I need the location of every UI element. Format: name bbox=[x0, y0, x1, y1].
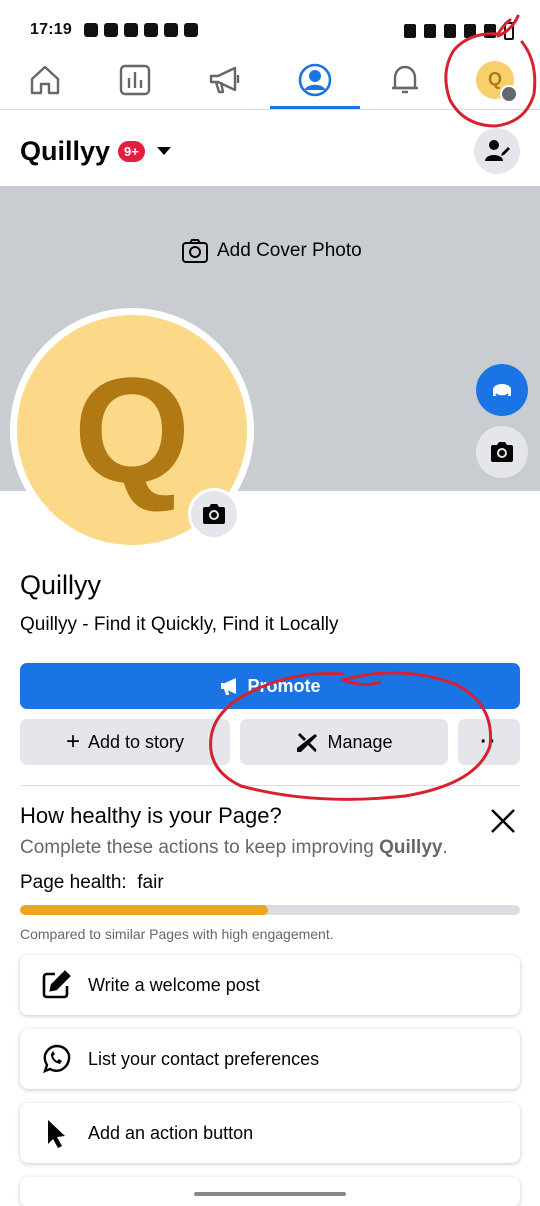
checkbox-icon bbox=[163, 23, 178, 37]
tab-profile[interactable] bbox=[270, 50, 360, 109]
page-switcher-name[interactable]: Quillyy bbox=[20, 136, 110, 167]
menu-badge-icon bbox=[500, 84, 518, 103]
chevron-down-icon[interactable] bbox=[156, 147, 171, 155]
notification-badge: 9+ bbox=[118, 140, 145, 162]
task-contact-preferences[interactable]: List your contact preferences bbox=[20, 1029, 520, 1089]
camera-icon bbox=[182, 239, 208, 263]
status-system-icons bbox=[404, 22, 514, 40]
task-label: List your contact preferences bbox=[88, 1048, 320, 1069]
chat-icon bbox=[83, 23, 98, 37]
camera-icon bbox=[491, 442, 513, 462]
status-time: 17:19 bbox=[30, 21, 72, 38]
more-options-button[interactable]: ·· bbox=[458, 719, 520, 765]
status-notification-icons bbox=[83, 23, 198, 37]
plus-icon: + bbox=[65, 728, 80, 755]
nfc-icon bbox=[404, 24, 416, 38]
page-health-value: fair bbox=[137, 872, 164, 893]
bluetooth-icon bbox=[464, 24, 476, 38]
megaphone-icon bbox=[221, 678, 237, 695]
avatar-button[interactable] bbox=[476, 364, 528, 416]
bell-icon bbox=[392, 65, 418, 93]
add-to-story-label: Add to story bbox=[87, 731, 185, 752]
camera-icon bbox=[203, 504, 225, 524]
page-title: Quillyy bbox=[20, 570, 102, 600]
promote-label: Promote bbox=[247, 675, 321, 696]
task-label: Add an action button bbox=[88, 1122, 254, 1143]
cover-camera-button[interactable] bbox=[476, 426, 528, 478]
avatar-face-icon bbox=[493, 384, 511, 398]
page-avatar-icon: Q bbox=[476, 60, 518, 103]
page-tagline: Quillyy - Find it Quickly, Find it Local… bbox=[20, 614, 339, 635]
profile-icon bbox=[298, 63, 332, 96]
chart-icon bbox=[119, 64, 151, 95]
megaphone-icon bbox=[209, 66, 240, 93]
health-progress-bar bbox=[20, 905, 520, 915]
home-icon bbox=[30, 65, 60, 94]
tab-insights[interactable] bbox=[90, 50, 180, 109]
tab-menu[interactable]: Q bbox=[450, 50, 540, 109]
add-to-story-button[interactable]: + Add to story bbox=[20, 719, 230, 765]
health-title: How healthy is your Page? bbox=[20, 803, 282, 828]
profile-picture-camera-button[interactable] bbox=[188, 488, 240, 540]
nav-avatar-letter: Q bbox=[487, 69, 502, 89]
edit-icon bbox=[42, 970, 71, 999]
more-dots-icon: ·· bbox=[480, 730, 498, 753]
cursor-icon bbox=[48, 1120, 65, 1148]
promote-button[interactable]: Promote bbox=[20, 663, 520, 709]
task-add-action-button[interactable]: Add an action button bbox=[20, 1103, 520, 1163]
snapchat-icon bbox=[123, 23, 138, 37]
tab-ads[interactable] bbox=[180, 50, 270, 109]
tab-home[interactable] bbox=[0, 50, 90, 109]
add-cover-photo-button[interactable]: Add Cover Photo bbox=[181, 238, 362, 264]
person-edit-icon bbox=[485, 140, 510, 161]
manage-label: Manage bbox=[327, 731, 393, 752]
health-description-page: Quillyy bbox=[379, 837, 443, 858]
notification-icon bbox=[143, 23, 158, 37]
switch-profile-button[interactable] bbox=[474, 128, 520, 174]
health-progress-fill bbox=[20, 905, 268, 915]
home-indicator[interactable] bbox=[194, 1192, 346, 1196]
close-icon[interactable] bbox=[488, 806, 518, 836]
health-description-end: . bbox=[442, 837, 448, 858]
divider bbox=[20, 785, 520, 786]
manage-button[interactable]: Manage bbox=[240, 719, 448, 765]
alarm-icon bbox=[424, 24, 436, 38]
tab-notifications[interactable] bbox=[360, 50, 450, 109]
health-description-text: Complete these actions to keep improving bbox=[20, 837, 380, 858]
page-health-prefix: Page health: bbox=[20, 872, 127, 893]
task-write-welcome-post[interactable]: Write a welcome post bbox=[20, 955, 520, 1015]
vibrate-icon bbox=[444, 24, 456, 38]
task-label: Write a welcome post bbox=[88, 974, 260, 995]
whatsapp-icon bbox=[43, 1044, 71, 1074]
telegram-icon bbox=[103, 23, 118, 37]
page-health-label: Page health: fair bbox=[20, 872, 164, 894]
health-note: Compared to similar Pages with high enga… bbox=[20, 926, 334, 942]
add-cover-photo-label: Add Cover Photo bbox=[217, 240, 362, 261]
app-icon bbox=[183, 23, 198, 37]
battery-icon bbox=[504, 22, 514, 40]
health-description: Complete these actions to keep improving… bbox=[20, 837, 448, 859]
tools-icon bbox=[297, 733, 318, 752]
top-nav: Q bbox=[0, 50, 540, 110]
signal-icon bbox=[484, 24, 496, 38]
page-header: Quillyy 9+ bbox=[20, 126, 520, 176]
